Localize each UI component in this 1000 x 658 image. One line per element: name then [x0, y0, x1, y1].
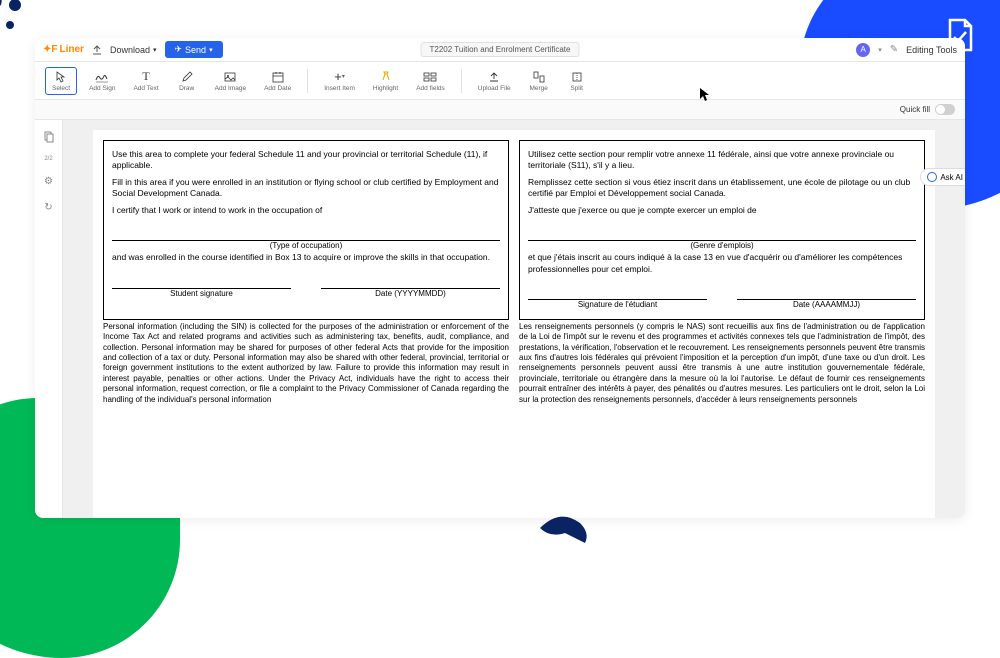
divider — [307, 69, 308, 93]
form-field-icon — [423, 70, 437, 84]
form-text: Utilisez cette section pour remplir votr… — [528, 149, 916, 172]
divider — [461, 69, 462, 93]
signature-line[interactable]: Student signature — [112, 288, 291, 300]
form-text: J'atteste que j'exerce ou que je compte … — [528, 205, 916, 216]
highlight-tool[interactable]: Highlight — [367, 68, 404, 94]
occupation-label-fr: (Genre d'emplois) — [528, 241, 916, 252]
chevron-down-icon: ▾ — [153, 46, 157, 54]
insert-item-tool[interactable]: +▾ Insert Item — [318, 68, 361, 94]
settings-icon[interactable]: ⚙ — [42, 174, 56, 188]
edit-icon: ✎ — [890, 44, 898, 55]
form-column-english: Use this area to complete your federal S… — [103, 140, 509, 320]
privacy-text-english: Personal information (including the SIN)… — [103, 322, 509, 405]
add-fields-tool[interactable]: Add fields — [410, 68, 451, 94]
form-section: Use this area to complete your federal S… — [103, 140, 925, 320]
document-area[interactable]: Ask AI Use this area to complete your fe… — [63, 120, 965, 518]
add-date-tool[interactable]: Add Date — [258, 68, 297, 94]
form-text: and was enrolled in the course identifie… — [112, 252, 500, 263]
refresh-icon[interactable]: ↻ — [42, 200, 56, 214]
decorative-swoosh-bottom — [530, 488, 610, 548]
select-tool[interactable]: Select — [45, 67, 77, 95]
avatar[interactable]: A — [856, 43, 870, 57]
plus-icon: +▾ — [333, 70, 347, 84]
chevron-down-icon: ▾ — [209, 46, 213, 54]
privacy-section: Personal information (including the SIN)… — [103, 322, 925, 405]
split-icon — [570, 70, 584, 84]
form-column-french: Utilisez cette section pour remplir votr… — [519, 140, 925, 320]
main-area: 2/2 ⚙ ↻ Ask AI Use this area to complete… — [35, 120, 965, 518]
split-tool[interactable]: Split — [561, 68, 593, 94]
occupation-label: (Type of occupation) — [112, 241, 500, 252]
send-icon: ✈ — [175, 44, 183, 55]
merge-icon — [532, 70, 546, 84]
document-title[interactable]: T2202 Tuition and Enrolment Certificate — [421, 42, 580, 57]
chevron-down-icon[interactable]: ▾ — [878, 46, 882, 54]
date-line-fr[interactable]: Date (AAAAMMJJ) — [737, 299, 916, 311]
privacy-text-french: Les renseignements personnels (y compris… — [519, 322, 925, 405]
form-text: Fill in this area if you were enrolled i… — [112, 177, 500, 200]
quickfill-label: Quick fill — [900, 105, 930, 114]
form-text: I certify that I work or intend to work … — [112, 205, 500, 216]
app-window: ✦FLiner Download ▾ ✈ Send ▾ T2202 Tuitio… — [35, 38, 965, 518]
upload-icon — [487, 70, 501, 84]
signature-date-lines: Student signature Date (YYYYMMDD) — [112, 288, 500, 300]
decorative-blob-top-left — [0, 0, 40, 60]
add-image-tool[interactable]: Add Image — [209, 68, 252, 94]
form-text: Use this area to complete your federal S… — [112, 149, 500, 172]
ai-circle-icon — [927, 172, 937, 182]
left-sidebar: 2/2 ⚙ ↻ — [35, 120, 63, 518]
quickfill-bar: Quick fill — [35, 100, 965, 120]
pencil-icon — [180, 70, 194, 84]
ask-ai-button[interactable]: Ask AI — [920, 168, 965, 186]
merge-tool[interactable]: Merge — [523, 68, 555, 94]
highlighter-icon — [379, 70, 393, 84]
date-line[interactable]: Date (YYYYMMDD) — [321, 288, 500, 300]
form-text: Remplissez cette section si vous étiez i… — [528, 177, 916, 200]
send-button[interactable]: ✈ Send ▾ — [165, 41, 223, 58]
calendar-icon — [271, 70, 285, 84]
add-text-tool[interactable]: T Add Text — [127, 68, 164, 94]
add-sign-tool[interactable]: Add Sign — [83, 68, 121, 94]
image-icon — [223, 70, 237, 84]
document-page: Use this area to complete your federal S… — [93, 130, 935, 518]
signature-icon — [95, 70, 109, 84]
cursor-select-icon — [54, 70, 68, 84]
upload-file-tool[interactable]: Upload File — [472, 68, 517, 94]
quickfill-toggle[interactable] — [935, 104, 955, 115]
download-button[interactable]: Download ▾ — [110, 45, 157, 55]
top-bar: ✦FLiner Download ▾ ✈ Send ▾ T2202 Tuitio… — [35, 38, 965, 62]
signature-line-fr[interactable]: Signature de l'étudiant — [528, 299, 707, 311]
text-icon: T — [139, 70, 153, 84]
pages-icon[interactable] — [42, 130, 56, 144]
editing-tools-button[interactable]: Editing Tools — [906, 45, 957, 55]
draw-tool[interactable]: Draw — [171, 68, 203, 94]
brand-logo[interactable]: ✦FLiner — [43, 44, 84, 55]
upload-button[interactable] — [92, 45, 102, 55]
page-indicator: 2/2 — [44, 156, 52, 162]
cursor-icon — [700, 88, 710, 102]
signature-date-lines-fr: Signature de l'étudiant Date (AAAAMMJJ) — [528, 299, 916, 311]
form-text: et que j'étais inscrit au cours indiqué … — [528, 252, 916, 275]
toolbar: Select Add Sign T Add Text Draw Add Imag… — [35, 62, 965, 100]
